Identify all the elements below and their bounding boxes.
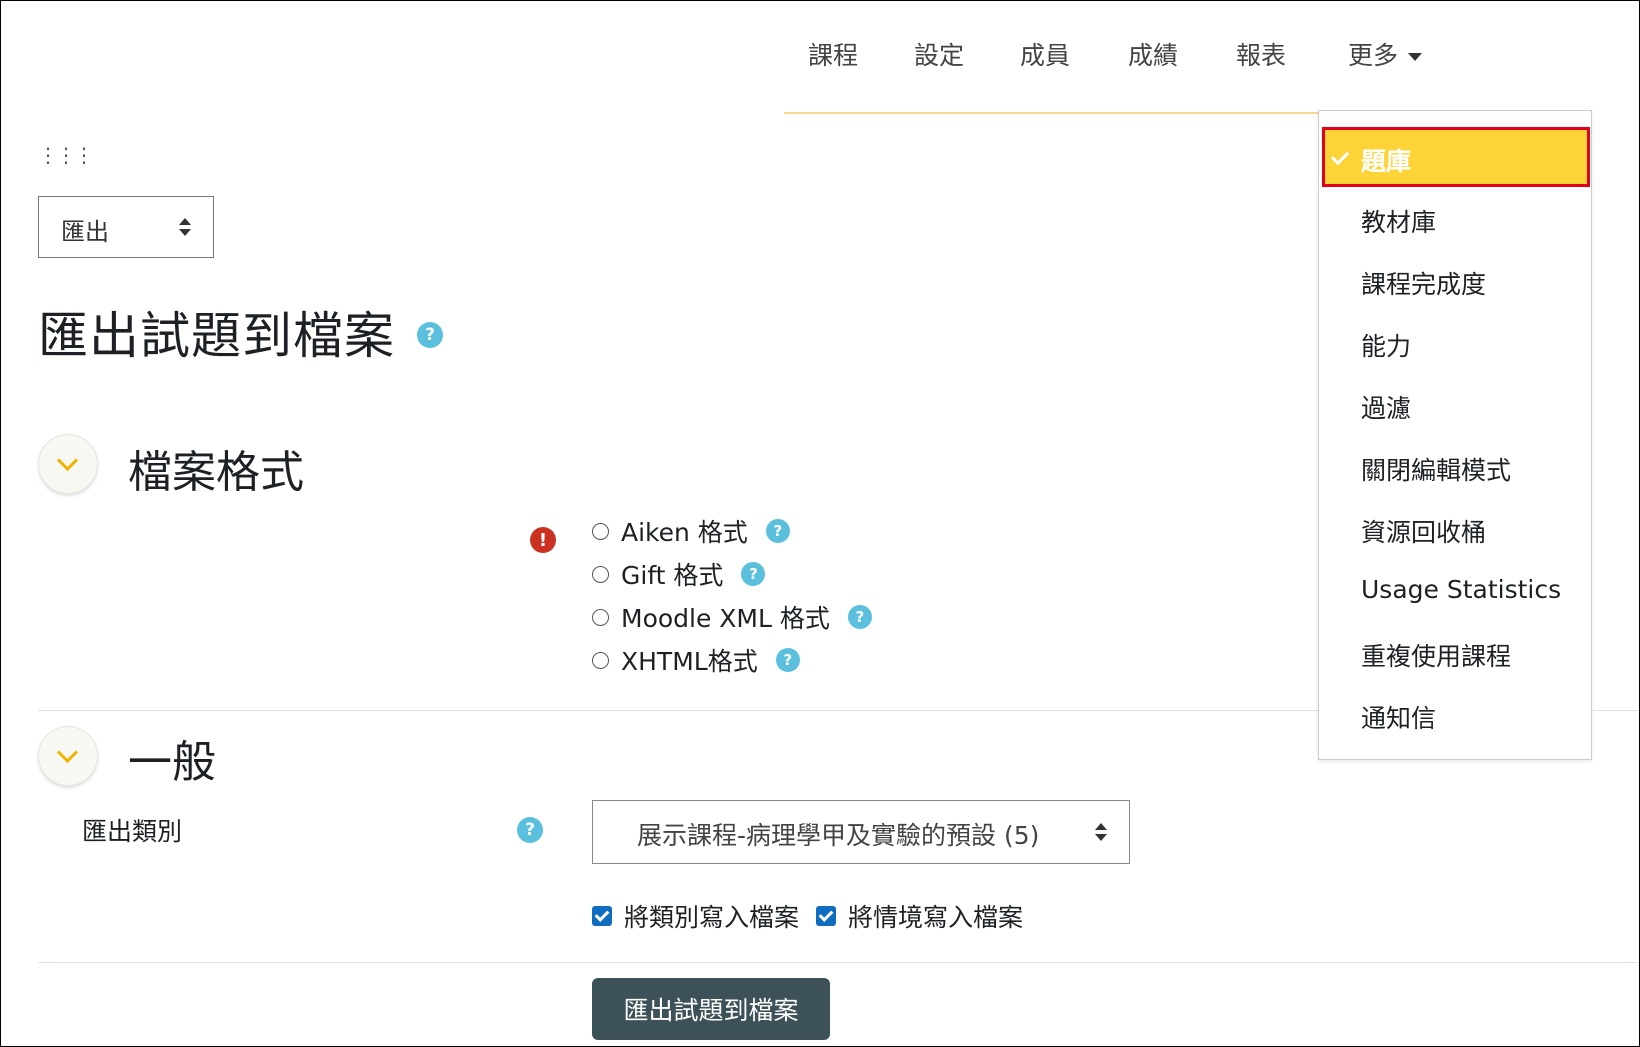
- nav-tab-reports[interactable]: 報表: [1236, 36, 1286, 72]
- export-category-value: 展示課程-病理學甲及實驗的預設 (5): [637, 821, 1040, 850]
- checkbox-category-to-file[interactable]: 將類別寫入檔案: [592, 898, 799, 934]
- drag-handle-icon[interactable]: ⋮⋮⋮: [38, 145, 94, 165]
- radio-option-gift[interactable]: Gift 格式 ?: [592, 556, 766, 592]
- dropdown-item-notifications[interactable]: 通知信: [1361, 699, 1436, 735]
- checkbox-label: 將情境寫入檔案: [848, 903, 1024, 932]
- radio-label: Aiken 格式: [621, 518, 748, 547]
- radio-button[interactable]: [592, 522, 609, 540]
- action-select[interactable]: 匯出: [38, 196, 214, 258]
- caret-down-icon: [1408, 53, 1423, 61]
- export-submit-button[interactable]: 匯出試題到檔案: [592, 978, 830, 1040]
- radio-option-xhtml[interactable]: XHTML格式 ?: [592, 642, 800, 678]
- dropdown-item-question-bank[interactable]: 題庫: [1322, 127, 1590, 187]
- radio-label: Moodle XML 格式: [621, 604, 830, 633]
- select-arrows-icon: [179, 218, 191, 238]
- radio-button[interactable]: [592, 608, 609, 626]
- collapse-format-button[interactable]: [38, 434, 98, 494]
- dropdown-item-course-completion[interactable]: 課程完成度: [1361, 265, 1486, 301]
- checkmark-icon: [1330, 146, 1350, 166]
- nav-underline: [784, 112, 1320, 114]
- help-icon[interactable]: ?: [417, 322, 443, 348]
- radio-label: XHTML格式: [621, 647, 758, 676]
- checkbox-checked[interactable]: [816, 906, 836, 926]
- radio-button[interactable]: [592, 651, 609, 669]
- radio-option-aiken[interactable]: Aiken 格式 ?: [592, 513, 790, 549]
- action-select-value: 匯出: [61, 218, 109, 246]
- dropdown-item-content-bank[interactable]: 教材庫: [1361, 203, 1436, 239]
- checkbox-label: 將類別寫入檔案: [624, 903, 800, 932]
- help-icon[interactable]: ?: [847, 605, 872, 629]
- error-icon: !: [530, 527, 556, 553]
- dropdown-item-filters[interactable]: 過濾: [1361, 389, 1411, 425]
- nav-tab-participants[interactable]: 成員: [1020, 36, 1070, 72]
- export-category-label: 匯出類別: [82, 817, 183, 846]
- form-divider: [38, 962, 1638, 963]
- checkbox-checked[interactable]: [592, 906, 612, 926]
- export-category-select[interactable]: 展示課程-病理學甲及實驗的預設 (5): [592, 800, 1130, 864]
- help-icon[interactable]: ?: [741, 562, 766, 586]
- nav-more-label: 更多: [1348, 41, 1399, 70]
- dropdown-item-label: 題庫: [1361, 147, 1412, 176]
- dropdown-item-editing-mode[interactable]: 關閉編輯模式: [1361, 451, 1511, 487]
- checkbox-context-to-file[interactable]: 將情境寫入檔案: [816, 898, 1023, 934]
- chevron-down-icon: [56, 741, 79, 764]
- nav-tab-settings[interactable]: 設定: [914, 36, 964, 72]
- dropdown-item-recycle-bin[interactable]: 資源回收桶: [1361, 513, 1486, 549]
- page-title: 匯出試題到檔案: [38, 307, 395, 365]
- dropdown-item-competencies[interactable]: 能力: [1361, 327, 1411, 363]
- help-icon[interactable]: ?: [765, 519, 790, 543]
- collapse-general-button[interactable]: [38, 726, 98, 786]
- nav-more-menu[interactable]: 更多: [1348, 36, 1423, 72]
- more-dropdown-menu: 題庫 教材庫 課程完成度 能力 過濾 關閉編輯模式 資源回收桶 Usage St…: [1318, 110, 1592, 760]
- dropdown-item-usage-statistics[interactable]: Usage Statistics: [1361, 575, 1561, 604]
- section-title-general: 一般: [128, 737, 216, 788]
- nav-tab-course[interactable]: 課程: [808, 36, 858, 72]
- select-arrows-icon: [1095, 823, 1107, 843]
- help-icon[interactable]: ?: [517, 817, 543, 843]
- dropdown-item-course-reuse[interactable]: 重複使用課程: [1361, 637, 1511, 673]
- section-title-format: 檔案格式: [128, 447, 304, 498]
- radio-button[interactable]: [592, 565, 609, 583]
- radio-option-moodle-xml[interactable]: Moodle XML 格式 ?: [592, 599, 872, 635]
- nav-tab-grades[interactable]: 成績: [1128, 36, 1178, 72]
- help-icon[interactable]: ?: [775, 648, 800, 672]
- chevron-down-icon: [56, 449, 79, 472]
- radio-label: Gift 格式: [621, 561, 724, 590]
